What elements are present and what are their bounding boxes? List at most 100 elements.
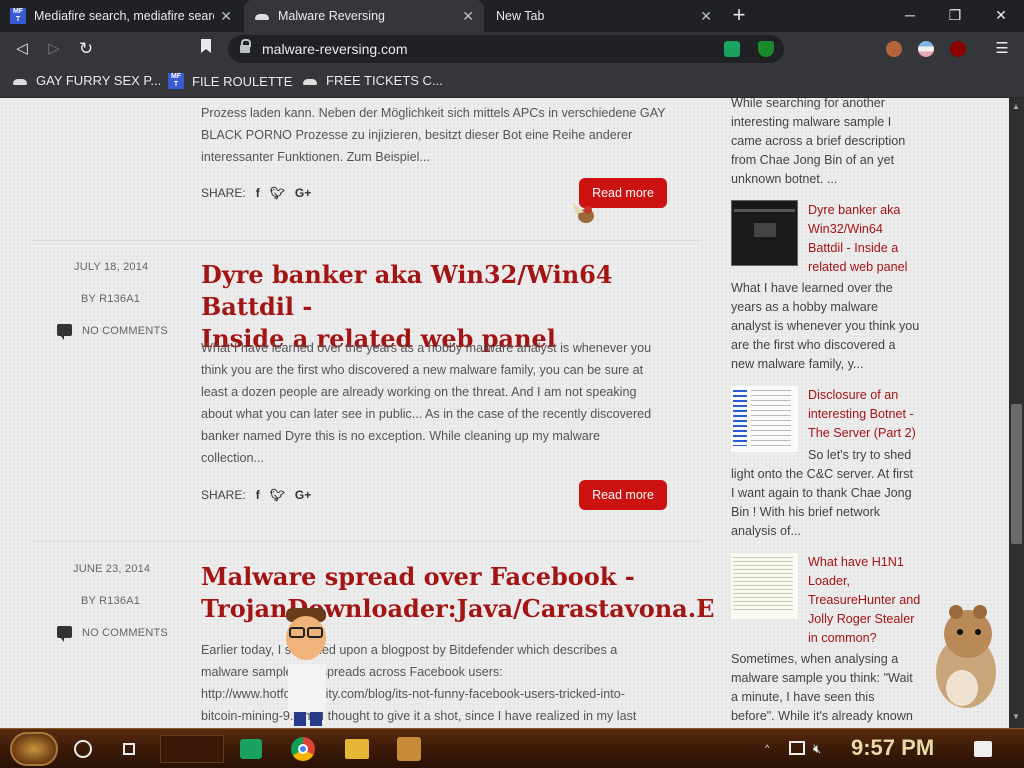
extension-green-icon[interactable] [724, 41, 740, 57]
post-author[interactable]: BY R136A1 [81, 595, 140, 607]
sidebar-line: While searching for another [731, 98, 886, 110]
browser-toolbar: ◁ ▷ ↻ malware-reversing.com ☰ [0, 32, 1024, 66]
sidebar-post-link[interactable]: Dyre banker aka Win32/Win64 Battdil - In… [808, 201, 928, 277]
taskbar: ^ 🔇︎ 9:57 PM [0, 728, 1024, 768]
address-bar[interactable]: malware-reversing.com [228, 35, 784, 63]
facebook-icon[interactable]: f [256, 488, 260, 502]
notification-icon[interactable] [974, 741, 992, 757]
sidebar-post-link[interactable]: What have H1N1 Loader, TreasureHunter an… [808, 553, 928, 648]
start-button[interactable] [10, 732, 58, 766]
new-tab-button[interactable]: + [726, 4, 752, 28]
sidebar-line: analyst is whenever you think you [731, 319, 920, 333]
back-icon[interactable]: ◁ [10, 37, 34, 61]
link-line: Loader, [808, 574, 851, 588]
excerpt-line: bitcoin-mining-9.html I thought to give … [201, 709, 637, 723]
reload-icon[interactable]: ↻ [74, 37, 98, 61]
bookmark-label: FREE TICKETS C... [326, 73, 443, 88]
sidebar-line: interesting malware sample I [731, 115, 892, 129]
sidebar-post-link[interactable]: Disclosure of an interesting Botnet - Th… [808, 386, 928, 443]
close-tab-icon[interactable]: ✕ [700, 8, 712, 25]
bookmark-item[interactable]: FREE TICKETS C... [302, 73, 443, 88]
close-tab-icon[interactable]: ✕ [220, 8, 232, 25]
post-divider [31, 240, 702, 241]
ublock-icon[interactable] [950, 41, 966, 57]
volume-muted-icon[interactable]: 🔇︎ [813, 741, 829, 757]
restore-button[interactable]: ❐ [932, 0, 978, 30]
profile-extension-icon[interactable] [886, 41, 902, 57]
google-plus-icon[interactable]: G+ [295, 186, 311, 200]
excerpt-line: malware sample that spreads across Faceb… [201, 665, 503, 679]
chrome-icon[interactable] [291, 737, 315, 761]
tab-malware-reversing[interactable]: Malware Reversing ✕ [244, 0, 484, 32]
hamster-overlay [936, 605, 996, 708]
post-title-link[interactable]: Malware spread over Facebook - TrojanDow… [201, 561, 715, 625]
bookmark-label: GAY FURRY SEX P... [36, 73, 162, 88]
link-line: TreasureHunter and [808, 593, 921, 607]
sidebar-line: I want again to thank Chae Jong [731, 486, 912, 500]
post-thumbnail[interactable] [731, 200, 798, 266]
hat-favicon-icon [254, 11, 270, 21]
read-more-button[interactable]: Read more [579, 480, 667, 510]
sidebar-line: are the first who discovered a [731, 338, 896, 352]
sidebar-line: light onto the C&C server. At first [731, 467, 913, 481]
post-excerpt: Earlier today, I stumbled upon a blogpos… [201, 639, 681, 727]
twitter-icon[interactable]: 🐦︎ [270, 488, 285, 502]
close-tab-icon[interactable]: ✕ [462, 8, 474, 25]
excerpt-line: Prozess laden kann. Neben der Möglichkei… [201, 106, 666, 120]
link-line: Dyre banker aka [808, 203, 901, 217]
flag-extension-icon[interactable] [918, 41, 934, 57]
minimize-button[interactable]: ─ [887, 0, 933, 30]
menu-icon[interactable]: ☰ [990, 37, 1014, 61]
page-scrollbar[interactable]: ▲ ▼ [1009, 98, 1024, 728]
share-label: SHARE: [201, 488, 246, 502]
post-author[interactable]: BY R136A1 [81, 293, 140, 305]
bookmark-icon[interactable] [194, 37, 218, 61]
post-date: JULY 18, 2014 [74, 261, 149, 273]
url-text: malware-reversing.com [262, 41, 408, 57]
post-thumbnail[interactable] [731, 553, 798, 619]
task-view-icon[interactable] [121, 741, 139, 757]
clock[interactable]: 9:57 PM [851, 735, 934, 761]
taskbar-search-box[interactable] [160, 735, 224, 763]
sidebar-line: analysis of... [731, 524, 801, 538]
post-thumbnail[interactable] [731, 386, 798, 452]
sidebar-line: So let's try to shed [808, 448, 912, 462]
post-comments[interactable]: NO COMMENTS [57, 626, 168, 642]
comments-label: NO COMMENTS [82, 627, 168, 639]
scroll-down-icon[interactable]: ▼ [1012, 712, 1020, 721]
game-app-icon[interactable] [397, 737, 421, 761]
google-plus-icon[interactable]: G+ [295, 488, 311, 502]
bookmarks-bar: GAY FURRY SEX P... MF T FILE ROULETTE FRE… [0, 66, 1024, 98]
link-line: related web panel [808, 260, 908, 274]
scroll-up-icon[interactable]: ▲ [1012, 102, 1020, 111]
comment-icon [57, 626, 72, 642]
excerpt-line: least a dozen people are already working… [201, 385, 637, 399]
tab-title: New Tab [496, 9, 545, 23]
post-comments[interactable]: NO COMMENTS [57, 324, 168, 340]
tab-mediafire[interactable]: MF T Mediafire search, mediafire search ✕ [0, 0, 242, 32]
lock-icon [240, 39, 251, 53]
link-line: Jolly Roger Stealer [808, 612, 915, 626]
sidebar-text: While searching for another interesting … [731, 98, 927, 189]
bookmark-item[interactable]: GAY FURRY SEX P... [12, 73, 161, 88]
folder-icon[interactable] [345, 739, 369, 759]
twitter-icon[interactable]: 🐦︎ [270, 186, 285, 200]
hat-favicon-icon [302, 76, 318, 86]
shield-extension-icon[interactable] [758, 41, 774, 57]
tab-new-tab[interactable]: New Tab ✕ [486, 0, 722, 32]
facebook-icon[interactable]: f [256, 186, 260, 200]
post-divider [31, 541, 702, 542]
post-excerpt: What I have learned over the years as a … [201, 337, 681, 469]
sidebar-line: years as a hobby malware [731, 300, 878, 314]
scrollbar-thumb[interactable] [1011, 404, 1022, 544]
sidebar-excerpt: What I have learned over the years as a … [731, 279, 927, 374]
cortana-icon[interactable] [74, 740, 92, 758]
network-icon[interactable] [789, 741, 805, 755]
close-window-button[interactable]: ✕ [978, 0, 1024, 30]
title-line: TrojanDownloader:Java/Carastavona.E [201, 594, 715, 623]
sidebar-line: from Chae Jong Bin of an yet [731, 153, 895, 167]
app-green-icon[interactable] [240, 739, 262, 759]
chevron-up-icon[interactable]: ^ [765, 743, 777, 753]
bookmark-item[interactable]: MF T FILE ROULETTE [168, 73, 292, 89]
forward-icon[interactable]: ▷ [42, 37, 66, 61]
